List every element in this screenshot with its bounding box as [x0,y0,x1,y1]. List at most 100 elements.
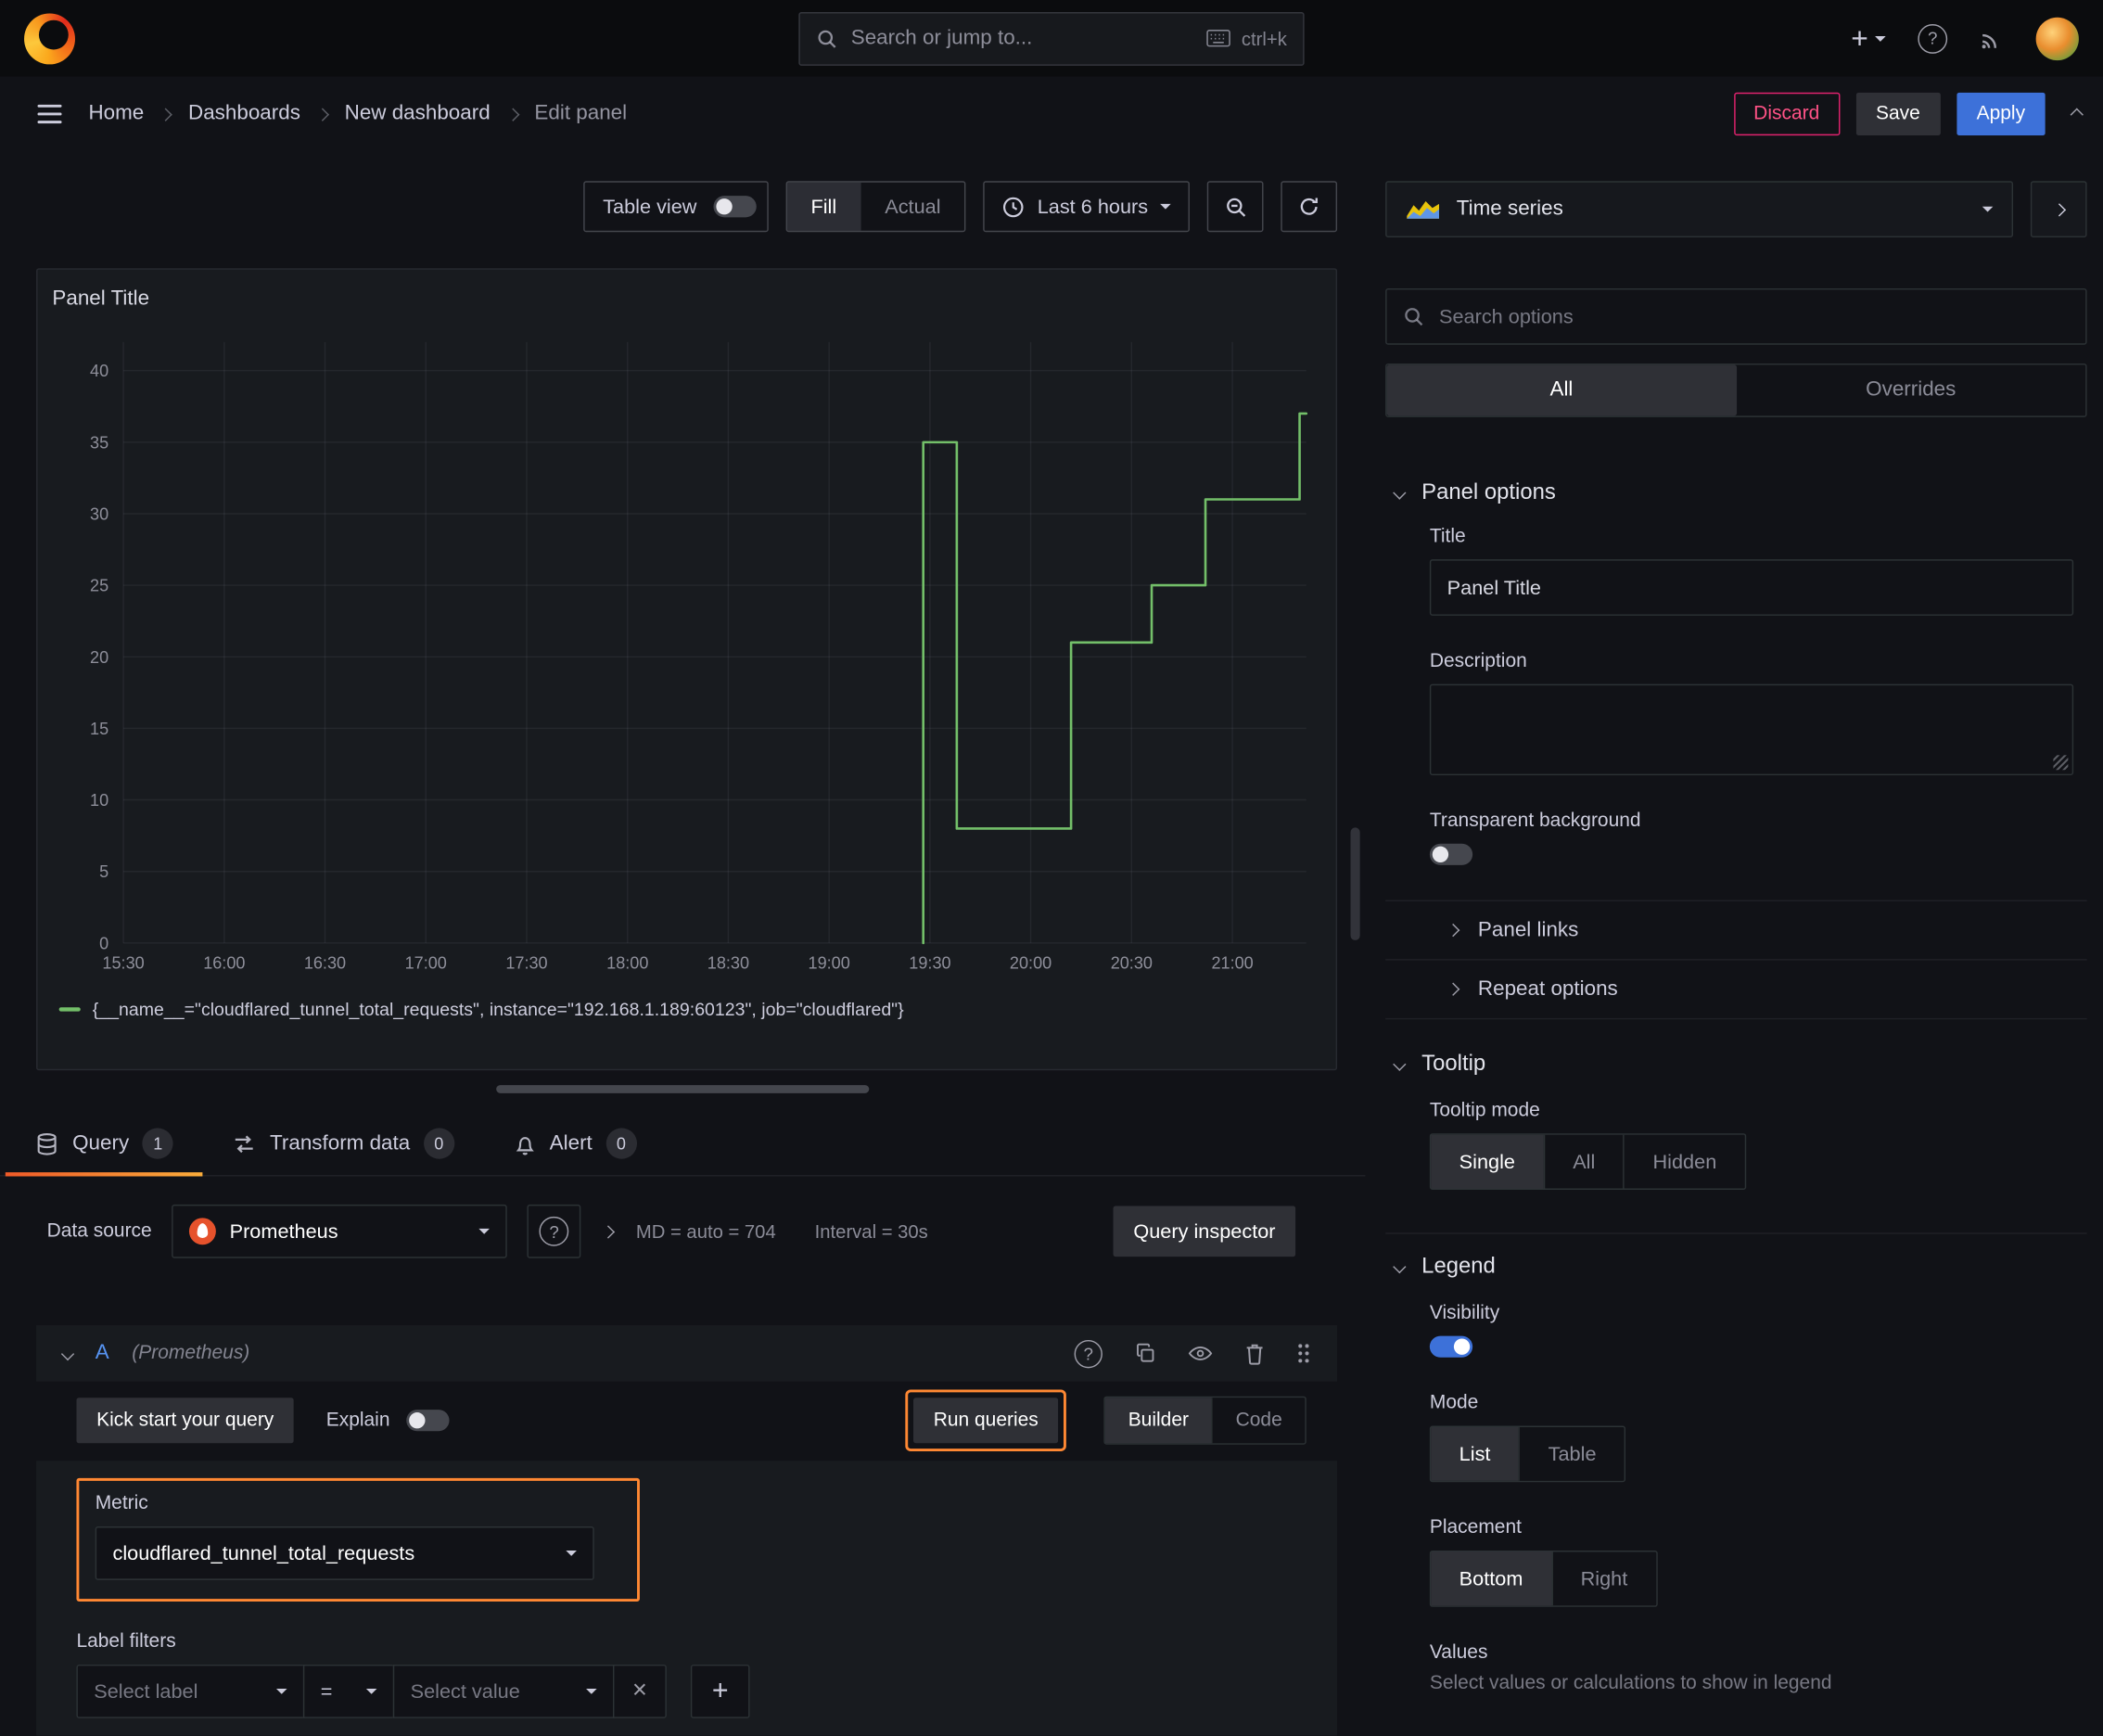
select-label-dropdown[interactable]: Select label [76,1664,305,1718]
svg-text:5: 5 [99,862,108,881]
query-ref-id: A [95,1341,109,1364]
code-option[interactable]: Code [1211,1397,1306,1443]
query-help-icon[interactable]: ? [1074,1339,1102,1368]
legend-mode-list[interactable]: List [1431,1426,1519,1481]
legend-mode-label: Mode [1429,1392,1479,1414]
remove-filter-button[interactable]: × [613,1664,667,1718]
breadcrumb-home[interactable]: Home [88,102,144,126]
tab-transform[interactable]: Transform data 0 [203,1112,484,1175]
scrollbar-thumb[interactable] [1350,827,1360,940]
chevron-right-icon[interactable] [602,1224,616,1238]
time-range-label: Last 6 hours [1037,195,1149,219]
legend-series-label[interactable]: {__name__="cloudflared_tunnel_total_requ… [93,1000,904,1020]
kickstart-button[interactable]: Kick start your query [76,1397,295,1443]
tab-alert[interactable]: Alert 0 [484,1112,667,1175]
explain-toggle[interactable] [405,1409,450,1431]
fill-option[interactable]: Fill [786,182,861,231]
legend-values-label: Values [1429,1641,1488,1664]
legend-values-description: Select values or calculations to show in… [1429,1672,1832,1694]
tooltip-mode-hidden[interactable]: Hidden [1623,1134,1745,1189]
tab-alert-label: Alert [549,1131,593,1155]
visualization-picker[interactable]: Time series [1385,181,2014,238]
legend-placement-right[interactable]: Right [1550,1551,1656,1606]
refresh-button[interactable] [1281,181,1338,233]
query-editor-card: A (Prometheus) ? Kick start your query E… [36,1325,1338,1736]
delete-query-icon[interactable] [1244,1342,1265,1365]
transparent-background-toggle[interactable] [1429,843,1473,865]
apply-button[interactable]: Apply [1956,92,2046,136]
tab-query[interactable]: Query 1 [5,1112,204,1177]
tab-all[interactable]: All [1386,364,1737,416]
chevron-down-icon[interactable] [60,1347,75,1360]
options-search-input[interactable]: Search options [1385,287,2087,345]
chevron-up-icon[interactable] [2070,107,2084,121]
prometheus-icon [189,1218,217,1245]
tab-overrides[interactable]: Overrides [1736,364,2085,415]
legend-visibility-toggle[interactable] [1429,1335,1473,1358]
query-toolbar: Data source Prometheus ? MD = auto = 704… [0,1204,1365,1258]
drag-handle-icon[interactable] [1297,1343,1310,1364]
top-nav: Search or jump to... ctrl+k + ? [0,0,2103,77]
avatar[interactable] [2035,17,2079,60]
svg-text:17:00: 17:00 [405,953,447,972]
svg-text:18:30: 18:30 [707,953,749,972]
legend-placement-bottom[interactable]: Bottom [1431,1551,1551,1606]
query-row-header[interactable]: A (Prometheus) ? [36,1325,1338,1382]
clock-icon [1002,195,1026,218]
options-search-placeholder: Search options [1438,305,1574,328]
tooltip-mode-single[interactable]: Single [1431,1134,1544,1189]
datasource-label: Data source [46,1220,152,1243]
new-menu-button[interactable]: + [1851,23,1886,53]
duplicate-query-icon[interactable] [1135,1343,1156,1364]
panel-options-header[interactable]: Panel options [1385,480,2086,505]
svg-text:16:30: 16:30 [304,953,346,972]
repeat-options-section[interactable]: Repeat options [1385,961,2087,1020]
breadcrumb-dashboards[interactable]: Dashboards [188,102,300,126]
tooltip-header[interactable]: Tooltip [1385,1052,2086,1077]
metric-select[interactable]: cloudflared_tunnel_total_requests [95,1526,594,1580]
datasource-help-button[interactable]: ? [527,1204,581,1258]
database-icon [35,1131,59,1155]
builder-option[interactable]: Builder [1105,1397,1212,1443]
news-icon[interactable] [1980,26,2004,50]
panel-title[interactable]: Panel Title [52,287,149,312]
grafana-logo-icon[interactable] [24,12,75,64]
time-range-picker[interactable]: Last 6 hours [983,181,1190,233]
menu-icon[interactable] [37,104,62,124]
search-bar[interactable]: Search or jump to... ctrl+k [798,11,1305,66]
run-queries-button[interactable]: Run queries [912,1397,1059,1443]
actual-option[interactable]: Actual [860,183,964,231]
timeseries-viz-icon [1406,198,1441,220]
table-view-toggle[interactable] [712,196,757,218]
discard-button[interactable]: Discard [1733,92,1840,136]
datasource-picker[interactable]: Prometheus [172,1204,508,1258]
panel-chart[interactable]: 0 5 10 15 20 25 30 35 40 15:30 16:00 16:30 17:00 17:3… [51,328,1325,980]
chevron-right-icon [2052,202,2066,216]
legend-mode-table[interactable]: Table [1518,1426,1625,1481]
chart-legend: {__name__="cloudflared_tunnel_total_requ… [58,1000,904,1020]
select-value-dropdown[interactable]: Select value [392,1664,615,1718]
save-button[interactable]: Save [1855,92,1941,136]
zoom-out-button[interactable] [1206,181,1264,233]
help-icon[interactable]: ? [1918,23,1948,54]
transform-icon [233,1131,257,1155]
query-inspector-button[interactable]: Query inspector [1113,1206,1296,1257]
panel-resize-handle[interactable] [496,1085,870,1093]
svg-text:20: 20 [90,648,108,667]
description-textarea[interactable] [1429,683,2074,776]
breadcrumb-new-dashboard[interactable]: New dashboard [345,102,491,126]
breadcrumb-separator-icon [159,107,173,121]
hide-query-icon[interactable] [1188,1344,1213,1362]
search-shortcut: ctrl+k [1241,27,1287,49]
label-filter-row: Select label = Select value × + [76,1664,1296,1718]
legend-header[interactable]: Legend [1385,1254,2086,1279]
tooltip-mode-all[interactable]: All [1543,1134,1623,1189]
operator-dropdown[interactable]: = [302,1664,395,1718]
panel-title-input[interactable]: Panel Title [1429,559,2074,616]
legend-placement-segment: Bottom Right [1429,1551,1658,1607]
add-filter-button[interactable]: + [690,1664,750,1718]
panel-links-section[interactable]: Panel links [1385,901,2087,961]
repeat-options-label: Repeat options [1477,976,1618,1001]
keyboard-icon [1206,30,1231,47]
collapse-options-pane-button[interactable] [2030,181,2087,238]
